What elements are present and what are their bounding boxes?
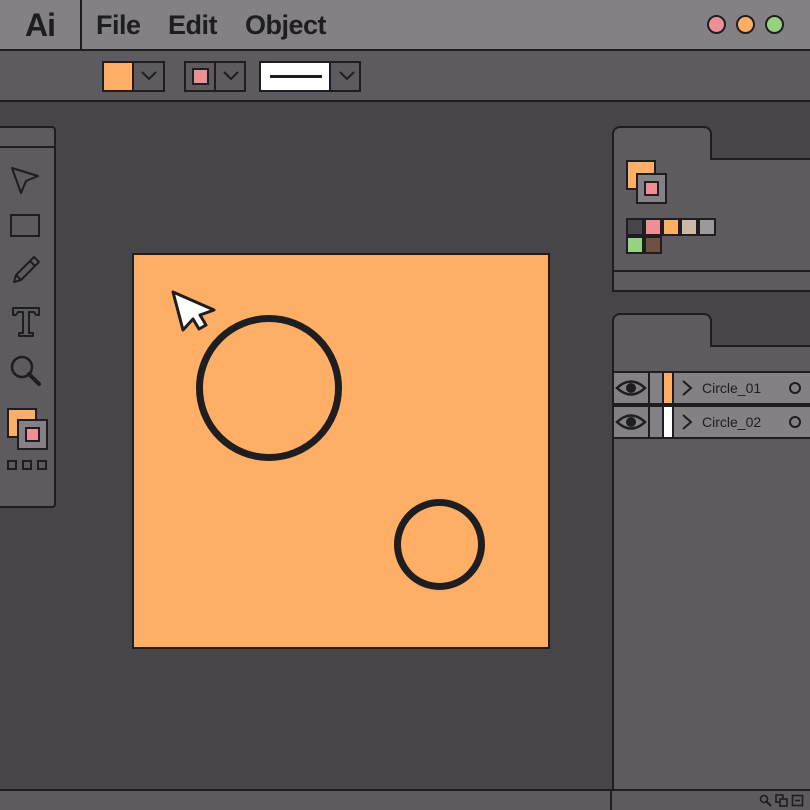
- circle-02-shape[interactable]: [394, 499, 485, 590]
- target-circle-icon[interactable]: [789, 416, 801, 428]
- maximize-window-button[interactable]: [765, 15, 784, 34]
- eye-icon: [615, 380, 647, 396]
- swatch-cell[interactable]: [698, 218, 716, 236]
- stroke-color-dropdown[interactable]: [184, 61, 246, 92]
- layer-row-circle-01[interactable]: Circle_01: [612, 371, 810, 405]
- gradient-mode-button[interactable]: [22, 460, 32, 470]
- zoom-tool[interactable]: [8, 354, 44, 390]
- chevron-down-icon: [135, 63, 163, 90]
- arrow-pointer-icon: [11, 167, 39, 194]
- target-circle-icon[interactable]: [789, 382, 801, 394]
- panel-stroke-swatch-inner: [644, 181, 659, 196]
- magnifier-icon: [10, 355, 41, 386]
- control-toolbar: [0, 51, 810, 102]
- menu-bar: Ai File Edit Object: [0, 0, 810, 51]
- stroke-swatch[interactable]: [17, 419, 48, 450]
- color-panel-divider: [710, 158, 810, 160]
- mouse-cursor-icon: [171, 290, 216, 332]
- chevron-right-icon[interactable]: [680, 379, 694, 397]
- layer-color-indicator: [664, 407, 674, 437]
- lock-toggle[interactable]: [650, 373, 664, 403]
- pencil-tool[interactable]: [8, 254, 44, 290]
- visibility-toggle[interactable]: [614, 373, 650, 403]
- close-window-button[interactable]: [707, 15, 726, 34]
- status-divider: [610, 791, 612, 810]
- stroke-line-icon: [270, 75, 322, 78]
- tools-panel-header[interactable]: [0, 128, 54, 148]
- chevron-right-icon[interactable]: [680, 413, 694, 431]
- pencil-icon: [13, 256, 40, 283]
- layer-color-indicator: [664, 373, 674, 403]
- circle-01-shape[interactable]: [196, 315, 342, 461]
- swatch-cell[interactable]: [662, 218, 680, 236]
- selection-tool[interactable]: [8, 164, 44, 200]
- chevron-down-icon: [333, 63, 361, 90]
- fill-color-swatch: [104, 63, 134, 90]
- swatch-cell[interactable]: [626, 218, 644, 236]
- swatch-cell[interactable]: [644, 218, 662, 236]
- new-layer-icon[interactable]: [775, 794, 788, 807]
- stroke-style-preview: [261, 63, 331, 90]
- minimize-window-button[interactable]: [736, 15, 755, 34]
- stroke-style-dropdown[interactable]: [259, 61, 361, 92]
- stroke-swatch-inner: [25, 427, 40, 442]
- type-tool[interactable]: [8, 304, 44, 340]
- color-panel-footer-line: [612, 270, 810, 272]
- menu-object[interactable]: Object: [245, 0, 327, 51]
- lock-toggle[interactable]: [650, 407, 664, 437]
- layer-name: Circle_01: [702, 380, 762, 396]
- stroke-color-box: [186, 63, 216, 90]
- layer-name: Circle_02: [702, 414, 762, 430]
- swatch-cell[interactable]: [644, 236, 662, 254]
- menu-edit[interactable]: Edit: [168, 0, 218, 51]
- swatch-cell[interactable]: [626, 236, 644, 254]
- fill-color-dropdown[interactable]: [102, 61, 165, 92]
- status-bar: [0, 789, 810, 810]
- visibility-toggle[interactable]: [614, 407, 650, 437]
- layers-panel-divider: [710, 345, 810, 347]
- search-icon[interactable]: [759, 794, 772, 807]
- tools-panel: [0, 126, 56, 508]
- menu-file[interactable]: File: [96, 0, 141, 51]
- rectangle-tool[interactable]: [8, 208, 44, 244]
- delete-layer-icon[interactable]: [791, 794, 804, 807]
- rectangle-icon: [10, 214, 40, 237]
- stroke-color-swatch: [192, 68, 209, 85]
- panel-stroke-swatch[interactable]: [636, 173, 667, 204]
- none-mode-button[interactable]: [37, 460, 47, 470]
- eye-icon: [615, 414, 647, 430]
- chevron-down-icon: [217, 63, 245, 90]
- app-logo: Ai: [0, 0, 82, 51]
- color-mode-button[interactable]: [7, 460, 17, 470]
- layer-row-circle-02[interactable]: Circle_02: [612, 405, 810, 439]
- type-icon: [12, 307, 40, 337]
- swatch-cell[interactable]: [680, 218, 698, 236]
